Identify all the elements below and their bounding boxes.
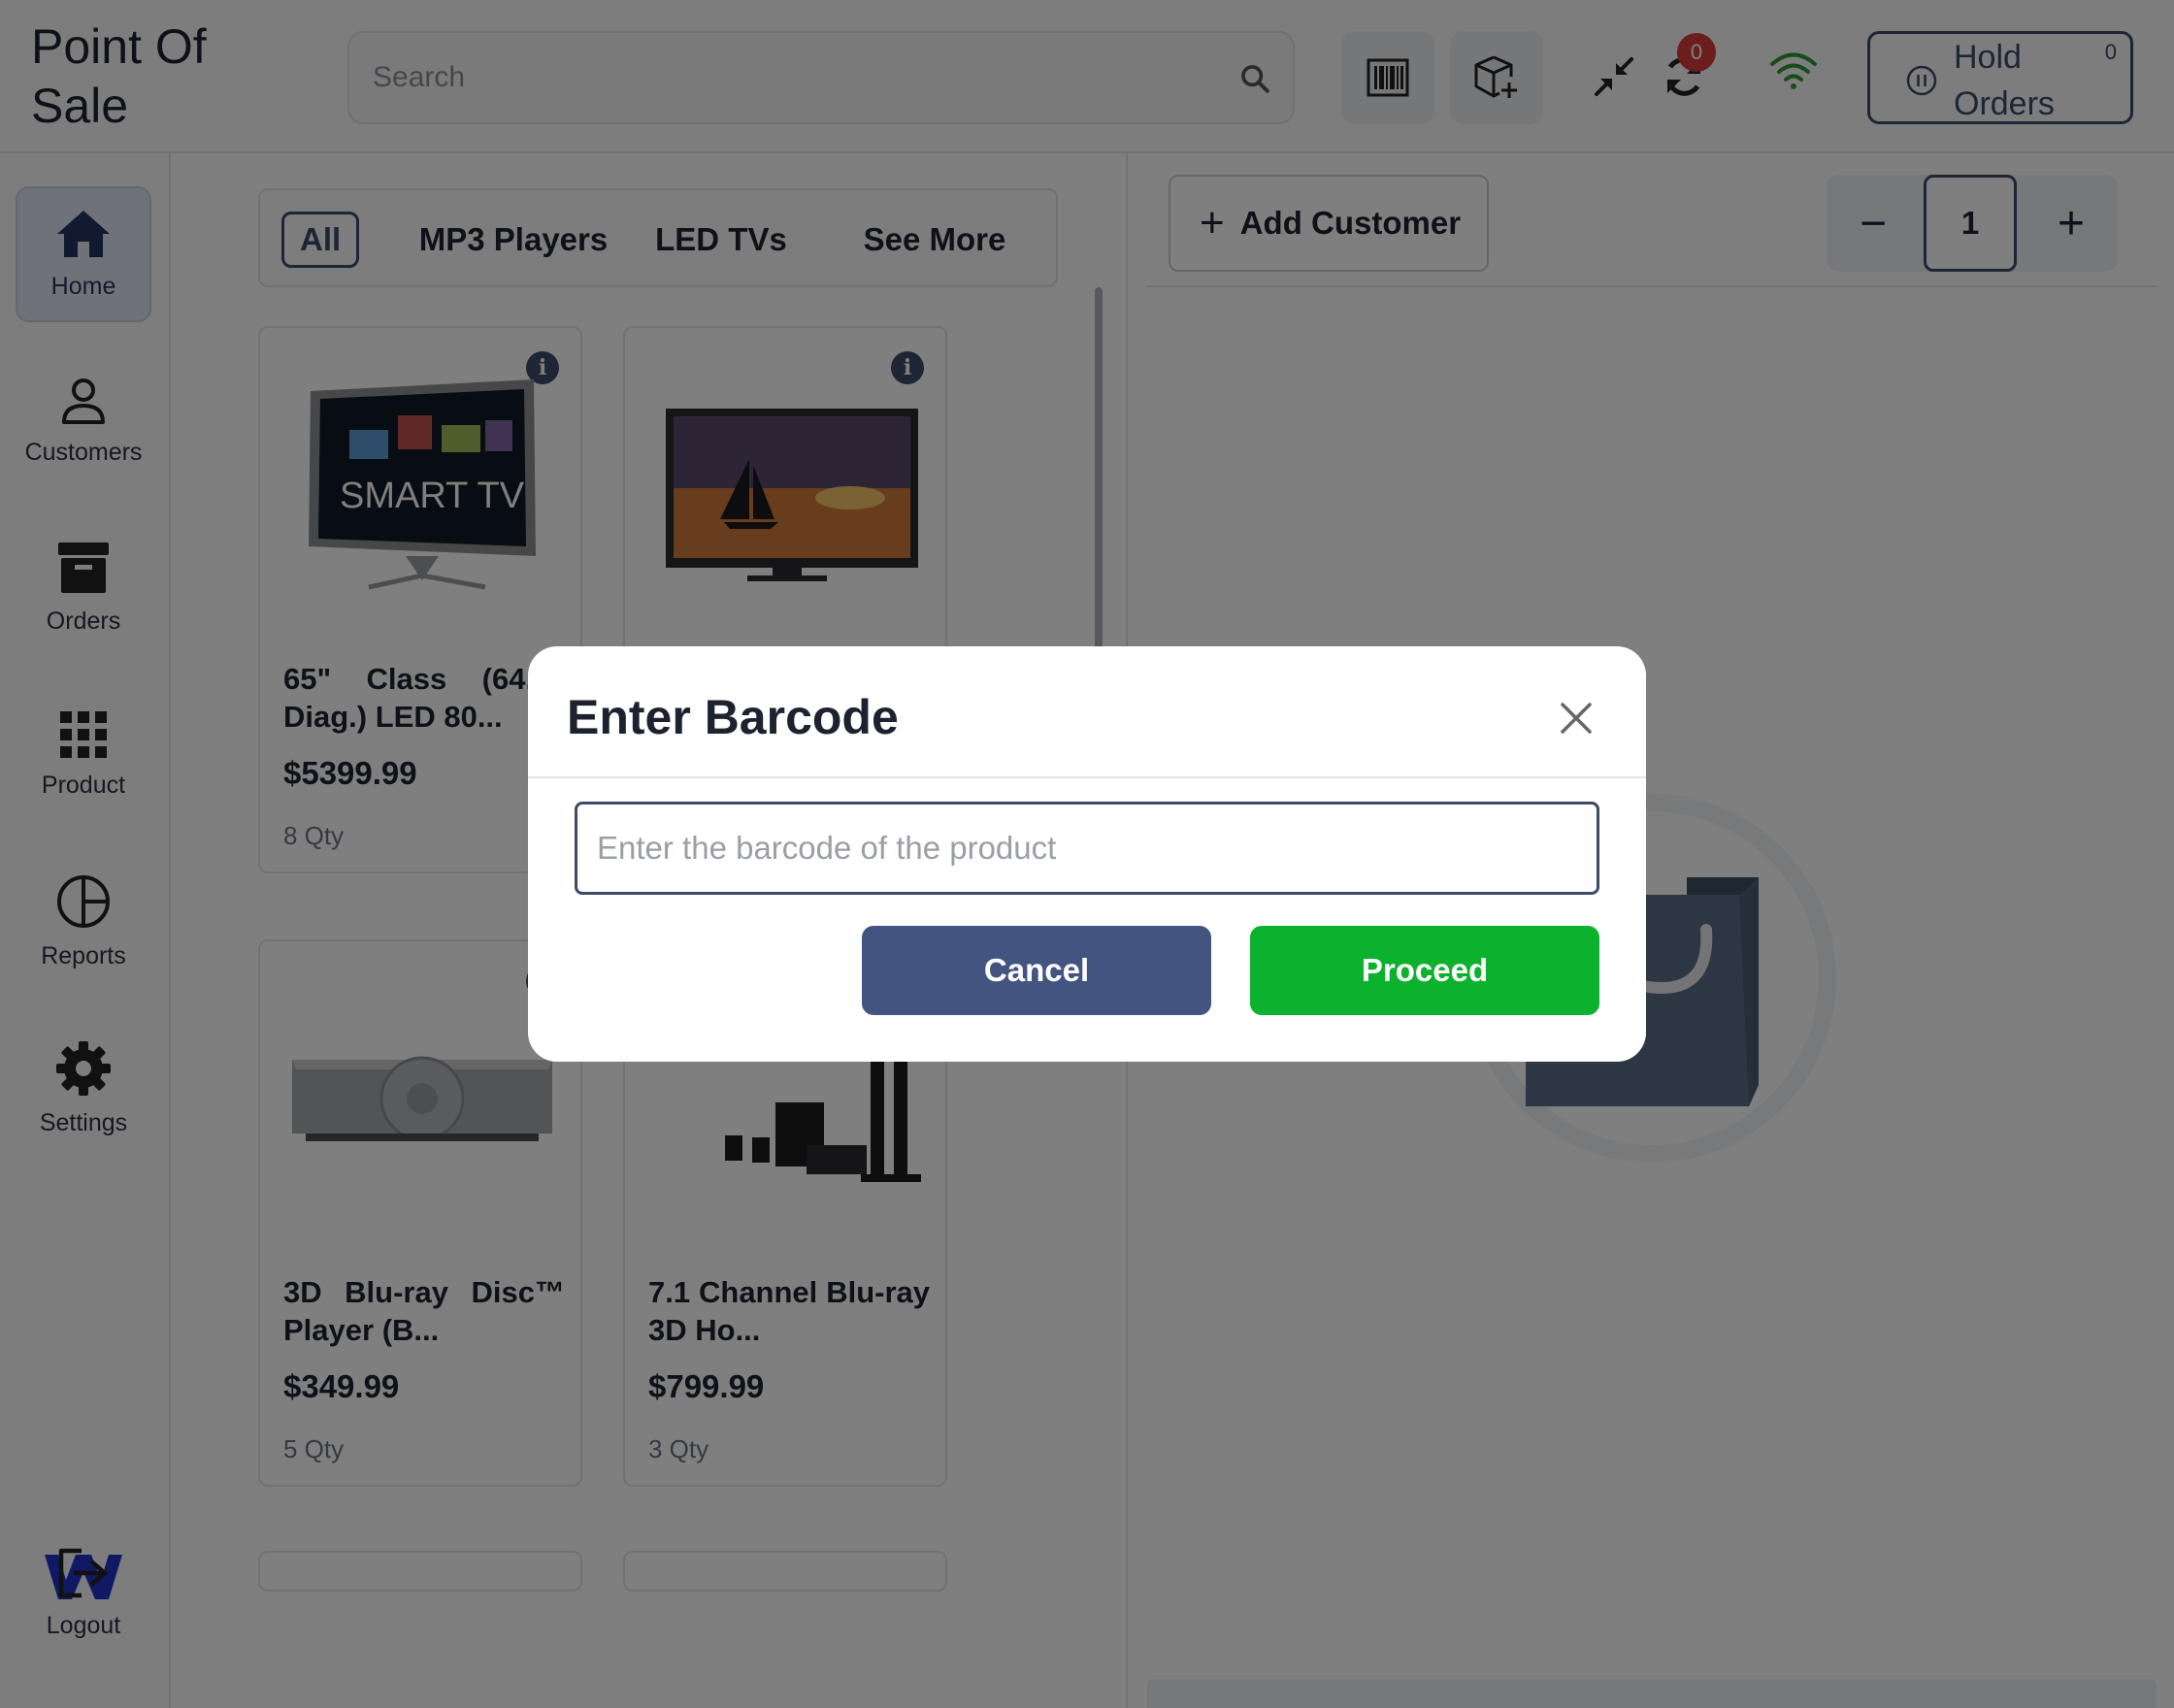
barcode-input[interactable] <box>575 802 1599 895</box>
enter-barcode-dialog: Enter Barcode Cancel Proceed <box>528 646 1646 1062</box>
dialog-title: Enter Barcode <box>567 690 899 744</box>
cancel-button[interactable]: Cancel <box>862 926 1211 1015</box>
close-icon[interactable] <box>1553 695 1599 741</box>
proceed-button[interactable]: Proceed <box>1250 926 1599 1015</box>
dialog-divider <box>528 776 1646 778</box>
